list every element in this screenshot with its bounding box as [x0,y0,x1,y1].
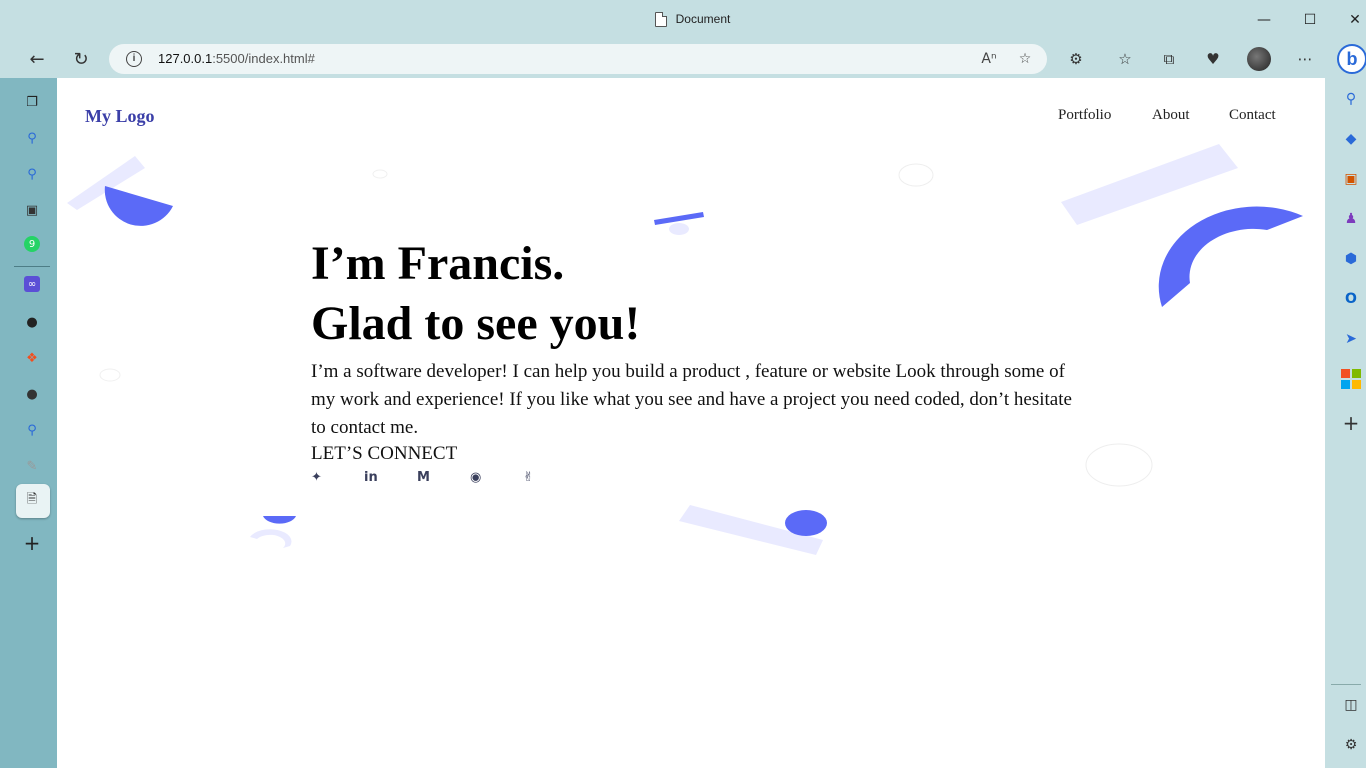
ring-shape [1085,443,1153,487]
site-info-icon[interactable]: i [126,51,142,67]
connect-heading: LET’S CONNECT [311,443,458,464]
profile-avatar[interactable] [1247,47,1271,71]
tools-icon[interactable]: ▣ [1340,168,1362,190]
favorites-icon[interactable]: ☆ [1114,48,1136,70]
image-tab-icon[interactable]: ▣ [22,200,42,220]
edge-sidebar: ⚲ ◆ ▣ ♟ ⬢ O ➤ + ◫ ⚙ [1325,78,1366,768]
vertical-tabs-sidebar: ❐ ⚲ ⚲ ▣ 9 ∞ ● ❖ ● ⚲ ✎ 🗎 + [0,78,57,768]
linkedin-icon[interactable]: in [364,470,417,485]
title-bar: Document — ☐ ✕ [0,0,1366,40]
blank-tab-icon[interactable]: ✎ [22,456,42,476]
drop-icon[interactable]: ➤ [1340,328,1362,350]
add-favorite-icon[interactable]: ☆ [1015,49,1035,69]
hero-section: I’m Francis. Glad to see you! I’m a soft… [311,234,1091,485]
sidebar-divider [14,266,50,267]
ring-shape [372,169,388,179]
search-icon[interactable]: ⚲ [1340,88,1362,110]
half-circle-shape [263,516,296,524]
window-title: Document [675,12,731,26]
meta-tab-icon[interactable]: ∞ [24,276,40,292]
address-bar[interactable]: i 127.0.0.1:5500/index.html# Aⁿ ☆ [109,44,1047,74]
outlook-icon[interactable]: O [1340,288,1362,310]
back-button[interactable]: ← [23,45,51,73]
intro-paragraph: I’m a software developer! I can help you… [311,361,1072,438]
angellist-icon[interactable]: ✌ [523,470,576,485]
arc-shape [250,529,292,548]
nav-link-portfolio[interactable]: Portfolio [1058,107,1111,124]
document-tab-icon[interactable]: 🗎 [22,491,42,511]
hero-heading-line2: Glad to see you! [311,297,641,350]
read-aloud-icon[interactable]: Aⁿ [979,49,999,69]
ring-shape [898,163,934,187]
twitter-icon[interactable]: ✦ [311,470,364,485]
github-tab-icon[interactable]: ● [22,312,42,332]
browser-toolbar: ← ↻ i 127.0.0.1:5500/index.html# Aⁿ ☆ ⚙ … [0,40,1366,78]
new-tab-icon[interactable]: + [22,531,42,555]
microsoft-store-icon[interactable] [1340,368,1362,390]
games-icon[interactable]: ♟ [1340,208,1362,230]
page-viewport: My Logo Portfolio About Contact I’m Fran… [57,78,1325,768]
sidebar-divider [1331,684,1361,685]
nav-link-about[interactable]: About [1152,107,1190,124]
add-sidebar-app-icon[interactable]: + [1340,411,1362,435]
url-text[interactable]: 127.0.0.1:5500/index.html# [158,51,315,66]
shopping-icon[interactable]: ◆ [1340,128,1362,150]
circle-shape [785,510,827,536]
minimize-button[interactable]: — [1252,8,1276,32]
refresh-button[interactable]: ↻ [67,45,95,73]
microsoft-365-icon[interactable]: ⬢ [1340,248,1362,270]
half-circle-shape [104,186,173,226]
search-tab-icon[interactable]: ⚲ [22,420,42,440]
extensions-icon[interactable]: ⚙ [1065,48,1087,70]
medium-icon[interactable]: M [417,470,470,485]
browser-essentials-icon[interactable]: ♥ [1202,48,1224,70]
hide-sidebar-icon[interactable]: ◫ [1340,694,1362,716]
social-links: ✦ in M ◉ ✌ [311,470,1091,485]
site-logo[interactable]: My Logo [85,106,155,127]
hero-heading-line1: I’m Francis. [311,237,565,290]
close-window-button[interactable]: ✕ [1343,8,1366,32]
figma-tab-icon[interactable]: ❖ [22,348,42,368]
arc-shape [1158,206,1303,307]
search-tab-icon[interactable]: ⚲ [22,164,42,184]
bing-copilot-icon[interactable]: b [1337,44,1366,74]
light-bar-shape [1061,144,1238,225]
settings-icon[interactable]: ⚙ [1340,734,1362,756]
url-host: 127.0.0.1 [158,51,213,66]
more-menu-icon[interactable]: ⋯ [1294,48,1316,70]
search-tab-icon[interactable]: ⚲ [22,128,42,148]
nav-link-contact[interactable]: Contact [1229,107,1276,124]
collections-icon[interactable]: ⧉ [1158,48,1180,70]
whatsapp-tab-icon[interactable]: 9 [24,236,40,252]
ring-shape [99,368,121,382]
github-tab-icon[interactable]: ● [22,384,42,404]
maximize-button[interactable]: ☐ [1298,8,1322,32]
github-icon[interactable]: ◉ [470,470,523,485]
tab-actions-icon[interactable]: ❐ [22,92,42,112]
url-path: :5500/index.html# [212,51,315,66]
